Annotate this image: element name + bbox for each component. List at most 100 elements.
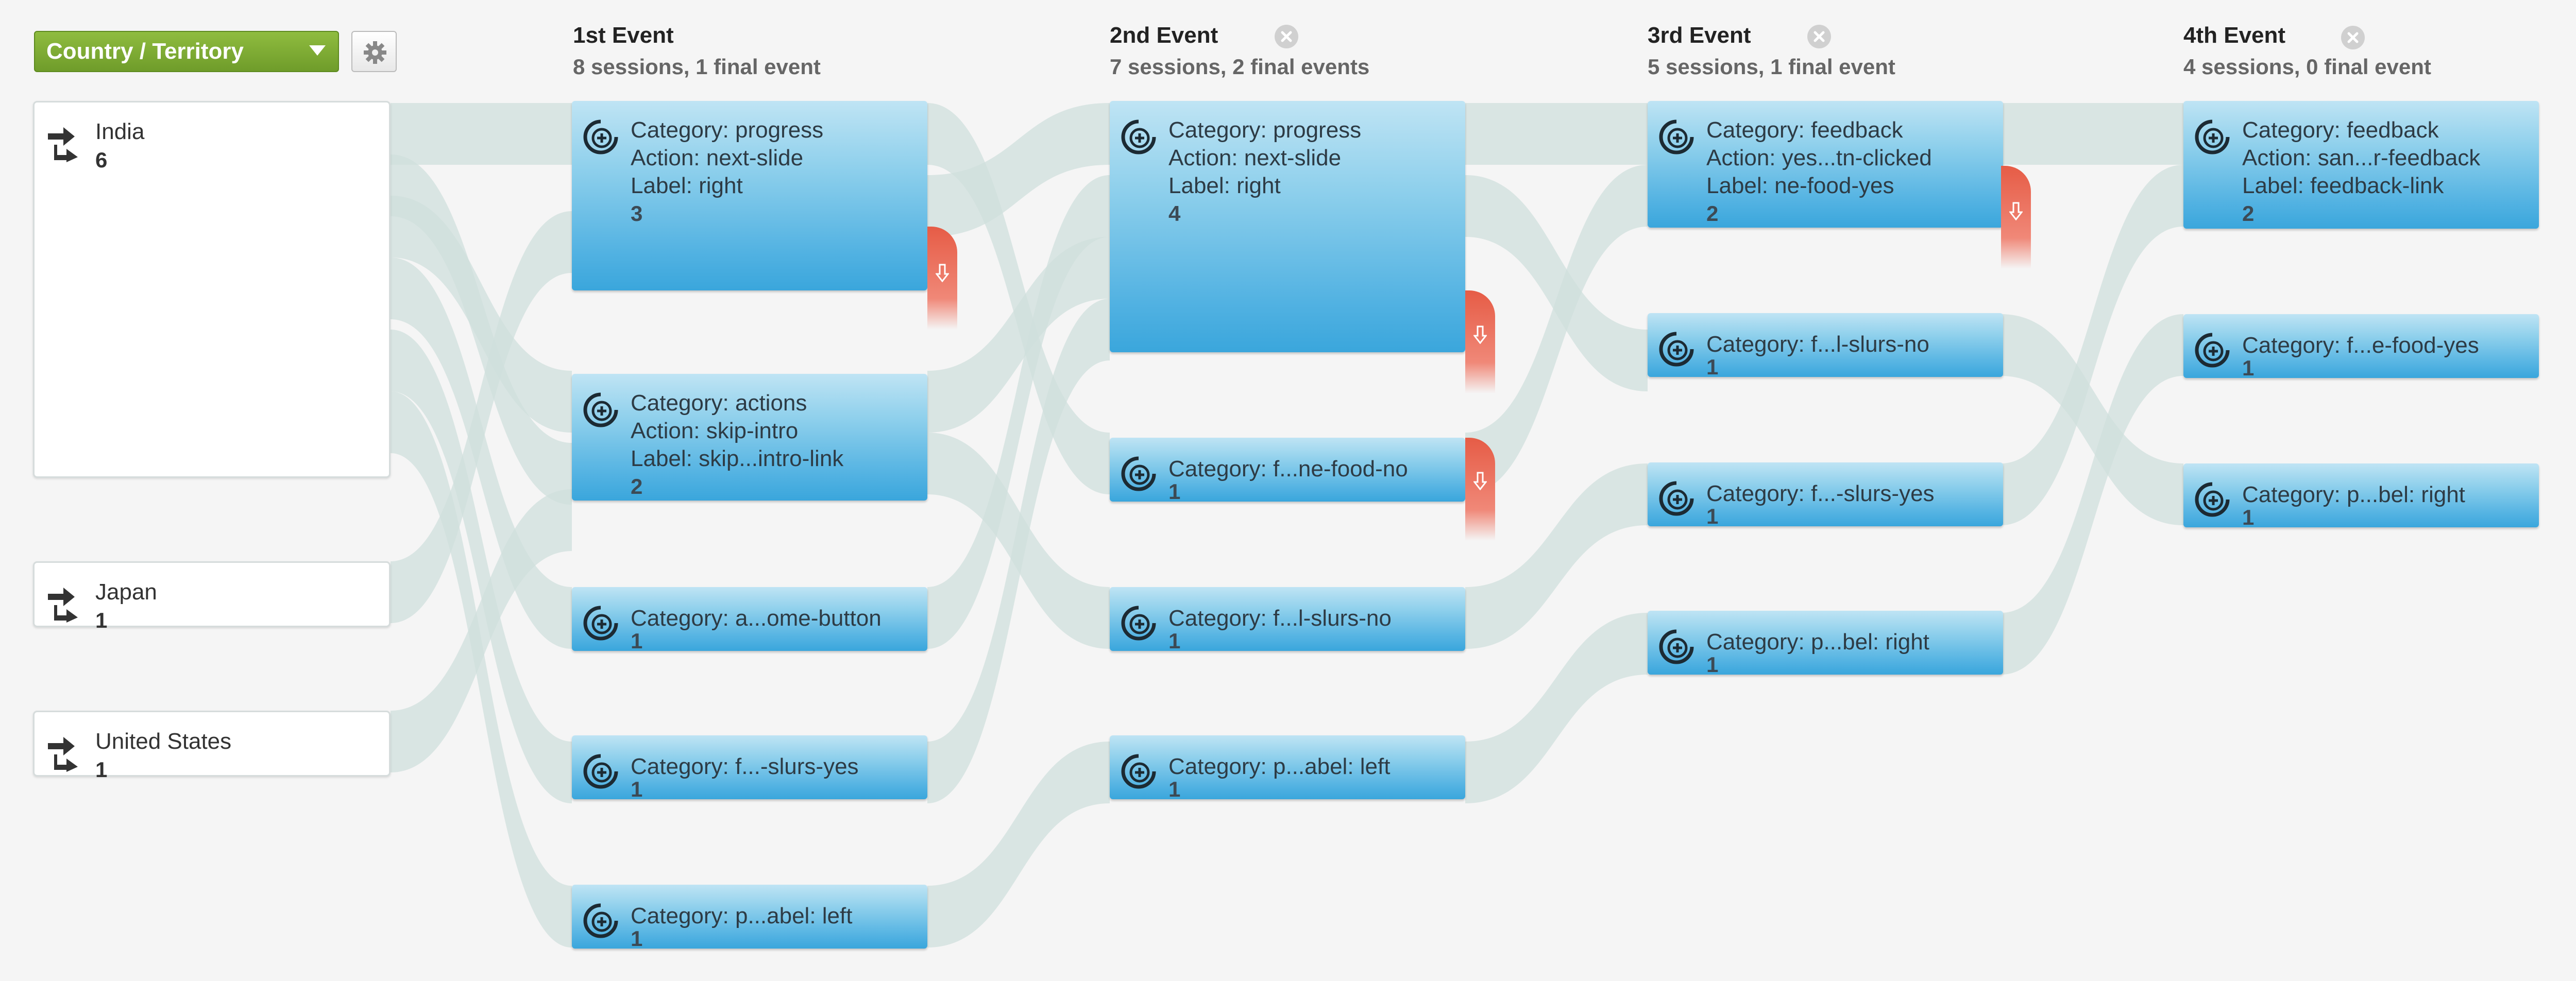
drop-off-indicator[interactable] [927, 227, 957, 330]
event-node[interactable]: Category: p...abel: left 1 [572, 885, 927, 949]
source-node-count: 1 [95, 758, 108, 782]
event-node-category: Category: actions [631, 390, 807, 416]
settings-button[interactable] [351, 31, 397, 72]
arrow-forward-icon [48, 737, 78, 772]
flow-ribbon[interactable] [1465, 103, 1648, 165]
event-node-category: Category: f...l-slurs-no [1168, 606, 1392, 631]
event-node-label: Label: ne-food-yes [1706, 173, 1894, 198]
column-title: 4th Event [2183, 23, 2286, 48]
arrow-forward-icon [48, 127, 78, 162]
event-node-category: Category: p...bel: right [1706, 629, 1929, 655]
event-node[interactable]: Category: a...ome-button 1 [572, 587, 927, 651]
source-node-india[interactable]: India 6 [33, 101, 391, 478]
event-node-count: 2 [631, 474, 643, 498]
event-node[interactable]: Category: f...-slurs-yes 1 [1648, 462, 2003, 526]
event-plus-icon [1659, 629, 1694, 664]
drop-arrow-icon [1473, 472, 1487, 490]
flow-ribbon[interactable] [2001, 103, 2183, 165]
event-plus-icon [1121, 754, 1156, 789]
event-node-label: Label: right [1168, 173, 1281, 198]
column-subtitle: 8 sessions, 1 final event [573, 55, 821, 79]
event-node-action: Action: skip-intro [631, 418, 799, 443]
event-node-label: Label: right [631, 173, 743, 198]
remove-column-icon [2347, 32, 2359, 43]
event-node-category: Category: f...-slurs-yes [631, 754, 859, 779]
source-node-count: 1 [95, 608, 108, 632]
event-node-category: Category: f...-slurs-yes [1706, 481, 1935, 506]
event-plus-icon [1659, 332, 1694, 367]
drop-arrow-icon [1473, 325, 1487, 344]
event-plus-icon [1121, 119, 1156, 154]
event-node-category: Category: f...l-slurs-no [1706, 332, 1929, 357]
dimension-selector-label: Country / Territory [46, 39, 244, 64]
column-title: 3rd Event [1648, 23, 1751, 48]
source-node-name: United States [95, 729, 232, 754]
event-node-category: Category: a...ome-button [631, 606, 882, 631]
event-node-category: Category: p...bel: right [2242, 482, 2465, 507]
event-node-count: 3 [631, 201, 643, 226]
event-node[interactable]: Category: f...l-slurs-no 1 [1110, 587, 1465, 651]
event-plus-icon [583, 903, 618, 938]
source-node-name: Japan [95, 579, 157, 605]
column-subtitle: 5 sessions, 1 final event [1648, 55, 1895, 79]
event-plus-icon [1121, 606, 1156, 641]
event-node[interactable]: Category: f...e-food-yes 1 [2183, 314, 2539, 378]
arrow-forward-icon [48, 588, 78, 623]
event-node[interactable]: Category: actions Action: skip-intro Lab… [572, 374, 927, 501]
event-node-category: Category: progress [1168, 117, 1362, 143]
event-node[interactable]: Category: f...ne-food-no 1 [1110, 438, 1465, 502]
event-plus-icon [1659, 119, 1694, 154]
remove-column-icon [1281, 31, 1292, 42]
remove-column-button[interactable] [1275, 25, 1298, 48]
event-node-count: 2 [1706, 201, 1719, 226]
event-plus-icon [2195, 119, 2230, 154]
source-node-united-states[interactable]: United States 1 [33, 711, 391, 782]
event-node[interactable]: Category: progress Action: next-slide La… [572, 101, 927, 290]
event-node-category: Category: p...abel: left [1168, 754, 1391, 779]
event-plus-icon [2195, 482, 2230, 517]
column-header-1: 1st Event 8 sessions, 1 final event [573, 23, 821, 79]
event-node-label: Label: skip...intro-link [631, 446, 844, 471]
event-plus-icon [583, 606, 618, 641]
remove-column-button[interactable] [2341, 26, 2365, 49]
column-title: 2nd Event [1110, 23, 1218, 48]
event-node-action: Action: next-slide [1168, 145, 1342, 170]
event-node[interactable]: Category: f...l-slurs-no 1 [1648, 313, 2003, 377]
event-node[interactable]: Category: feedback Action: san...r-feedb… [2183, 101, 2539, 229]
event-node-action: Action: yes...tn-clicked [1706, 145, 1932, 170]
source-node-japan[interactable]: Japan 1 [33, 561, 391, 632]
dropdown-caret-icon [309, 45, 326, 56]
event-node-category: Category: f...e-food-yes [2242, 333, 2479, 358]
source-node-count: 6 [95, 148, 108, 172]
event-node-action: Action: next-slide [631, 145, 804, 170]
event-node[interactable]: Category: feedback Action: yes...tn-clic… [1648, 101, 2003, 228]
column-subtitle: 7 sessions, 2 final events [1110, 55, 1370, 79]
gear-icon [364, 41, 386, 64]
event-plus-icon [2195, 333, 2230, 368]
event-node[interactable]: Category: progress Action: next-slide La… [1110, 101, 1465, 352]
event-node-category: Category: feedback [1706, 117, 1903, 143]
flow-ribbon[interactable] [391, 103, 572, 165]
column-header-4: 4th Event 4 sessions, 0 final event [2183, 23, 2431, 79]
event-node-count: 4 [1168, 201, 1181, 226]
drop-arrow-icon [2009, 202, 2023, 220]
drop-off-indicator[interactable] [2001, 166, 2031, 269]
column-subtitle: 4 sessions, 0 final event [2183, 55, 2431, 79]
event-node-category: Category: p...abel: left [631, 903, 853, 928]
event-node-label: Label: feedback-link [2242, 173, 2444, 198]
drop-off-indicator[interactable] [1465, 290, 1495, 393]
drop-off-indicator[interactable] [1465, 438, 1495, 541]
event-node-action: Action: san...r-feedback [2242, 145, 2481, 170]
remove-column-button[interactable] [1807, 25, 1831, 48]
event-node[interactable]: Category: p...bel: right 1 [2183, 463, 2539, 527]
event-plus-icon [1121, 456, 1156, 491]
event-node[interactable]: Category: f...-slurs-yes 1 [572, 735, 927, 799]
event-node-count: 2 [2242, 201, 2255, 226]
column-title: 1st Event [573, 23, 674, 48]
event-node[interactable]: Category: p...bel: right 1 [1648, 611, 2003, 675]
dimension-selector[interactable]: Country / Territory [34, 31, 339, 72]
event-plus-icon [583, 392, 618, 427]
event-plus-icon [583, 754, 618, 789]
event-node[interactable]: Category: p...abel: left 1 [1110, 735, 1465, 799]
source-node-name: India [95, 119, 145, 144]
